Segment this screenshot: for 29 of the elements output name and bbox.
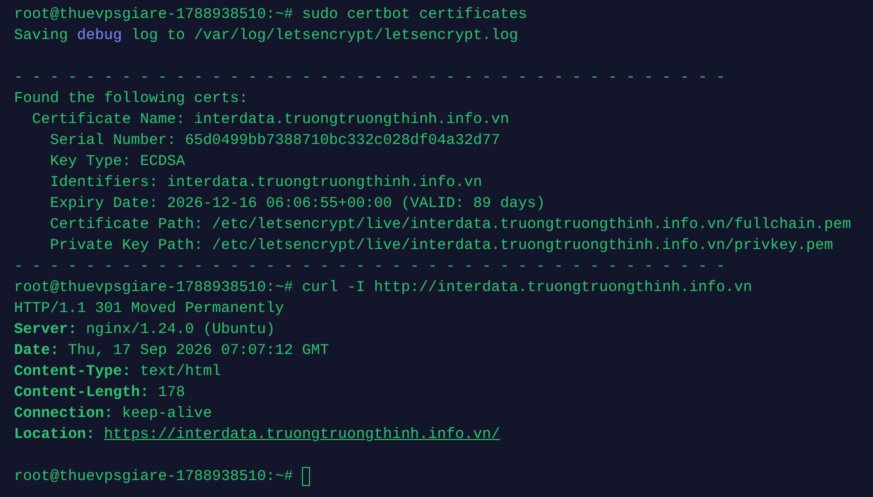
output-line: Expiry Date: 2026-12-16 06:06:55+00:00 (VALID: 89 days) <box>49 194 546 214</box>
header-value: text/html <box>140 362 222 382</box>
header-value: 178 <box>158 383 186 403</box>
output-line: Key Type: ECDSA <box>49 152 186 172</box>
header-value: keep-alive <box>122 404 212 424</box>
output-line: Serial Number: 65d0499bb7388710bc332c028df04a32d77 <box>49 131 500 151</box>
header-name: Location: <box>14 425 96 445</box>
command-text: sudo certbot certificates <box>302 5 528 25</box>
dashed-separator: - - - - - - - - - - - - - - - - - - - - - - - - - - - - - - - - - - - - - - - - <box>14 68 726 88</box>
output-line: HTTP/1.1 301 Moved Permanently <box>14 299 284 319</box>
output-line: Saving debug log to /var/log/letsencrypt/letsencrypt.log <box>14 26 518 46</box>
shell-prompt: root@thuevpsgiare-1788938510:~# <box>14 5 294 25</box>
shell-prompt: root@thuevpsgiare-1788938510:~# <box>14 278 294 298</box>
header-value: nginx/1.24.0 (Ubuntu) <box>86 320 276 340</box>
url-link[interactable]: https://interdata.truongtruongthinh.info.vn/ <box>104 424 500 445</box>
output-line: Private Key Path: /etc/letsencrypt/live/interdata.truongtruongthinh.info.vn/privkey.pem <box>49 236 834 256</box>
header-name: Connection: <box>14 404 114 424</box>
shell-prompt: root@thuevpsgiare-1788938510:~# <box>14 467 294 487</box>
output-line: Certificate Path: /etc/letsencrypt/live/interdata.truongtruongthinh.info.vn/fullchain.pem <box>49 215 852 235</box>
dashed-separator: - - - - - - - - - - - - - - - - - - - - - - - - - - - - - - - - - - - - - - - - <box>14 257 726 277</box>
output-line: Certificate Name: interdata.truongtruongthinh.info.vn <box>31 110 510 130</box>
header-name: Content-Length: <box>14 383 150 403</box>
header-name: Server: <box>14 320 78 340</box>
command-text: curl -I http://interdata.truongtruongthinh.info.vn <box>302 278 752 298</box>
output-line: Found the following certs: <box>14 89 248 109</box>
output-line: Identifiers: interdata.truongtruongthinh.info.vn <box>49 173 482 193</box>
header-name: Content-Type: <box>14 362 132 382</box>
header-name: Date: <box>14 341 60 361</box>
header-value: Thu, 17 Sep 2026 07:07:12 GMT <box>68 341 330 361</box>
